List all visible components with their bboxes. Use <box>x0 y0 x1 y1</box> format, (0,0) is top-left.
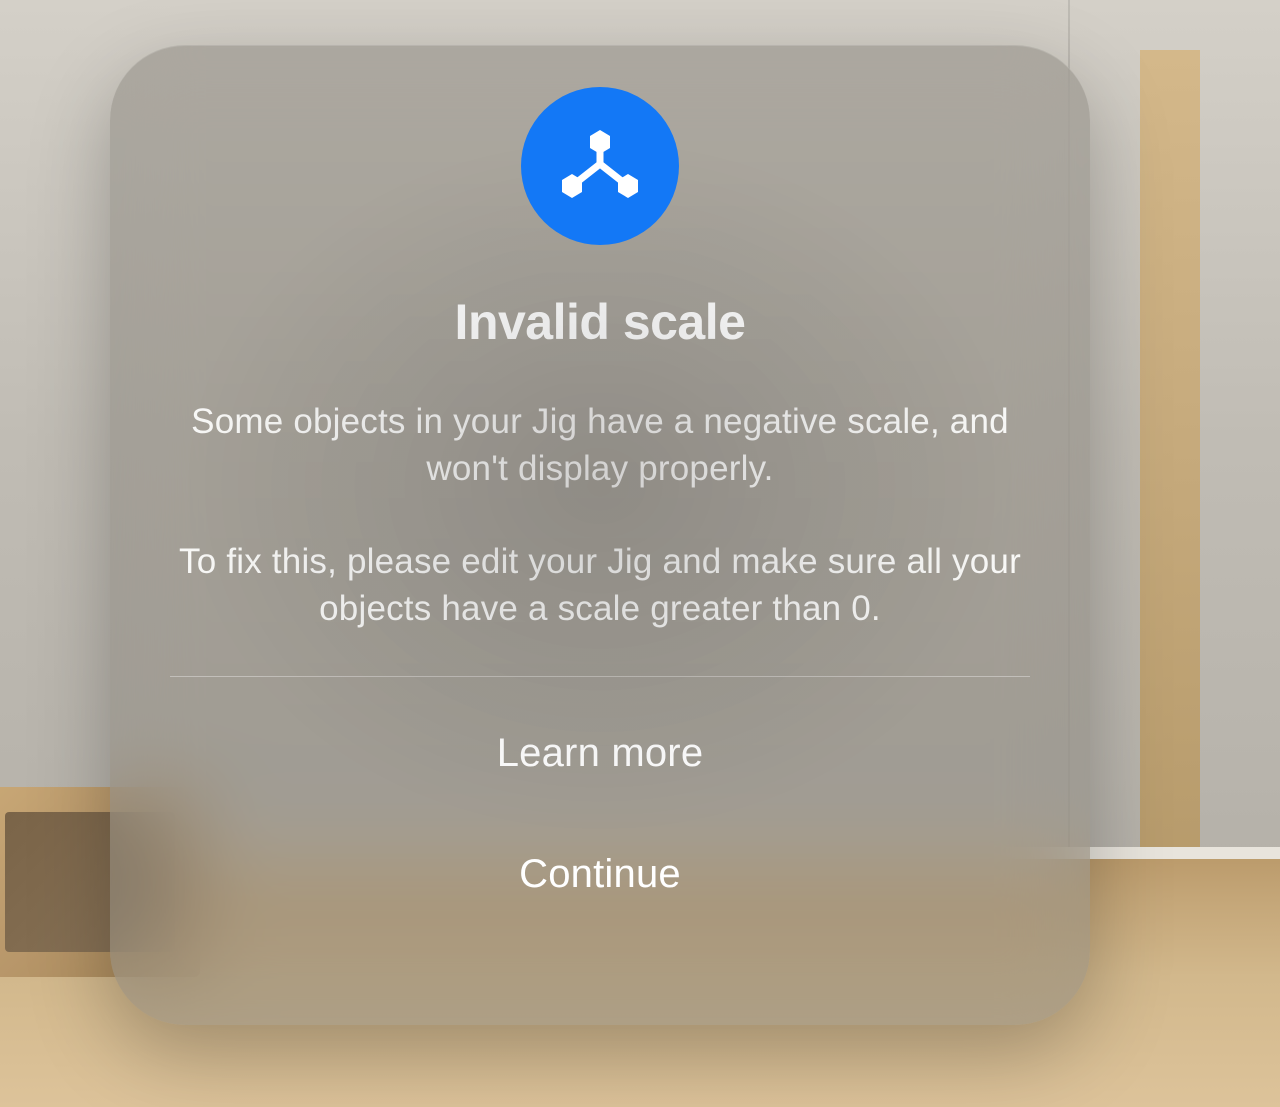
dialog-body-line-1: Some objects in your Jig have a negative… <box>170 398 1030 493</box>
alert-dialog: Invalid scale Some objects in your Jig h… <box>110 45 1090 1025</box>
learn-more-button[interactable]: Learn more <box>110 731 1090 776</box>
dialog-body: Some objects in your Jig have a negative… <box>110 398 1090 632</box>
continue-button[interactable]: Continue <box>110 852 1090 897</box>
dialog-title: Invalid scale <box>455 293 746 351</box>
divider <box>170 676 1030 677</box>
dialog-body-line-2: To fix this, please edit your Jig and ma… <box>170 538 1030 633</box>
background-side-furniture <box>1140 50 1200 950</box>
jig-logo-icon <box>521 87 679 245</box>
